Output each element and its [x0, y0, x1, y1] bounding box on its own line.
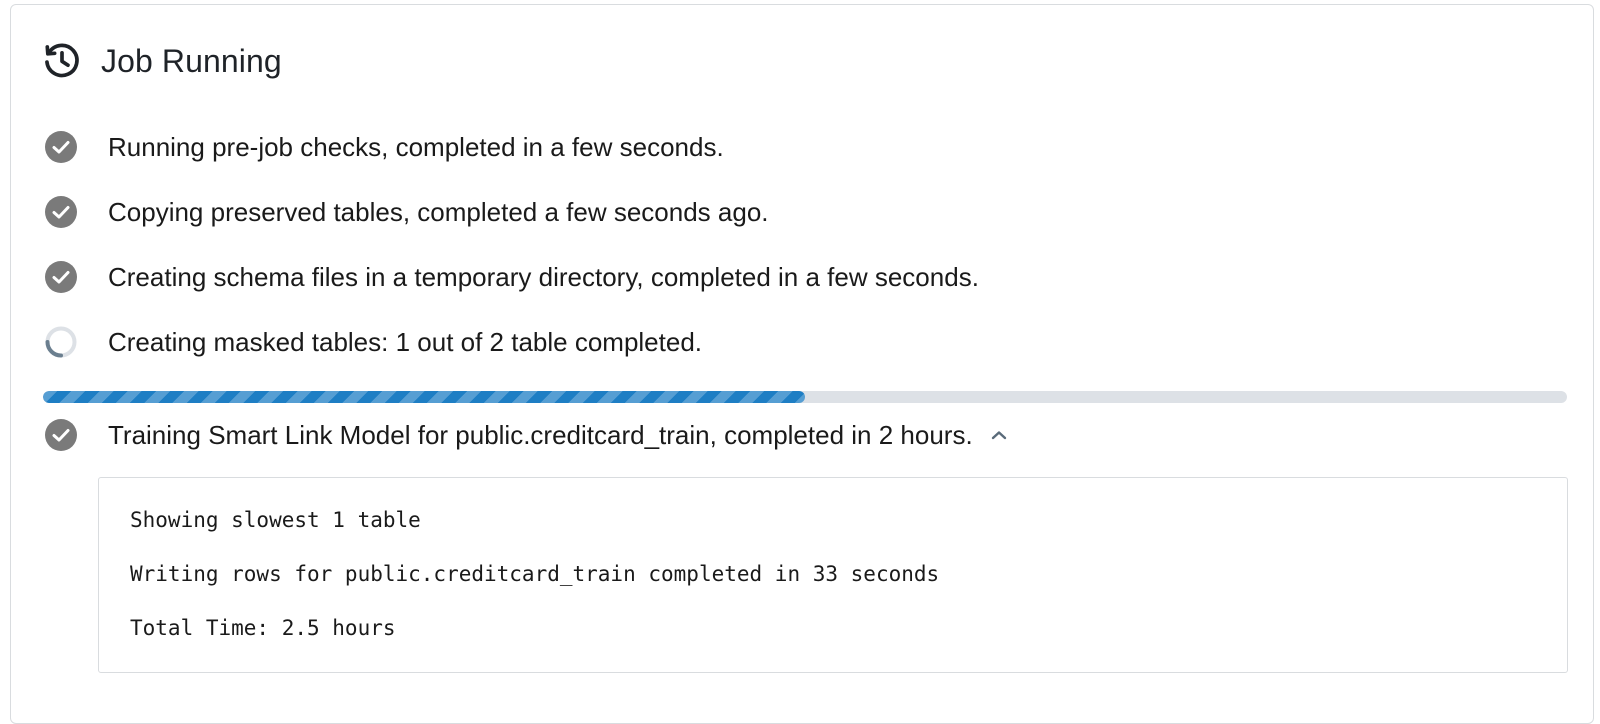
step-masked-tables: Creating masked tables: 1 out of 2 table… — [43, 322, 702, 362]
page-title: Job Running — [101, 42, 282, 79]
details-line: Showing slowest 1 table — [130, 508, 421, 532]
history-icon — [41, 40, 83, 82]
details-line: Total Time: 2.5 hours — [130, 616, 396, 640]
check-circle-icon — [43, 259, 79, 295]
step-prejob-checks: Running pre-job checks, completed in a f… — [43, 127, 724, 167]
step-schema-files: Creating schema files in a temporary dir… — [43, 257, 979, 297]
check-circle-icon — [43, 417, 79, 453]
progress-bar — [43, 391, 1567, 403]
panel-header: Job Running — [41, 37, 282, 85]
step-copy-preserved-tables: Copying preserved tables, completed a fe… — [43, 192, 769, 232]
step-details-box: Showing slowest 1 table Writing rows for… — [98, 477, 1568, 673]
spinner-icon — [43, 324, 79, 360]
step-label: Training Smart Link Model for public.cre… — [108, 419, 973, 450]
step-label: Creating schema files in a temporary dir… — [108, 261, 979, 292]
step-train-smart-link-model[interactable]: Training Smart Link Model for public.cre… — [43, 415, 1011, 455]
step-label: Creating masked tables: 1 out of 2 table… — [108, 326, 703, 357]
progress-bar-fill — [43, 391, 805, 403]
step-label: Copying preserved tables, completed a fe… — [108, 196, 769, 227]
chevron-up-icon[interactable] — [987, 423, 1011, 447]
step-label: Running pre-job checks, completed in a f… — [108, 131, 724, 162]
details-line: Writing rows for public.creditcard_train… — [130, 562, 940, 586]
check-circle-icon — [43, 129, 79, 165]
job-status-panel: Job Running Running pre-job checks, comp… — [10, 4, 1594, 724]
check-circle-icon — [43, 194, 79, 230]
